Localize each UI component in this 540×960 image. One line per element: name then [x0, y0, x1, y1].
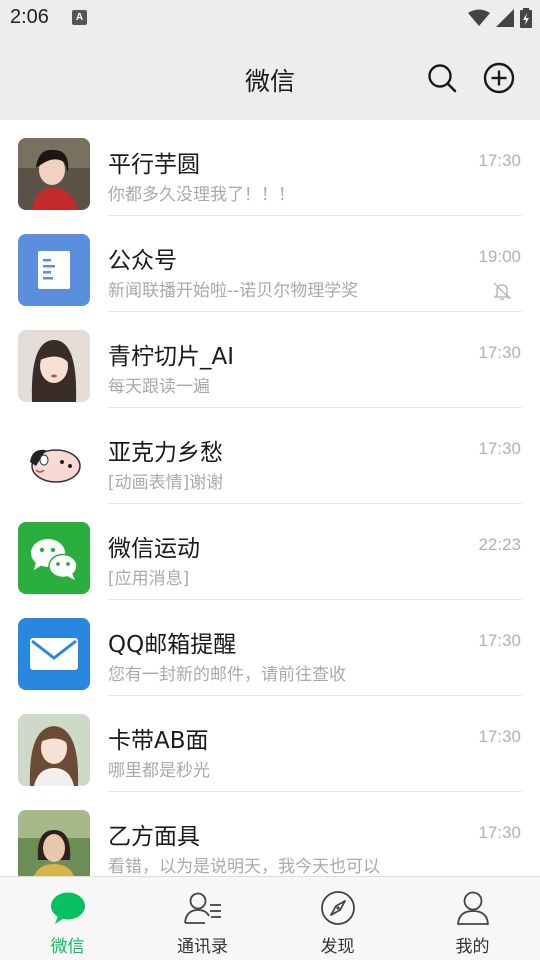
photo-avatar: [18, 138, 90, 210]
chat-time: 17:30: [478, 151, 521, 170]
chat-preview: 看错，以为是说明天，我今天也可以: [108, 857, 380, 876]
chat-time: 17:30: [478, 727, 521, 746]
wechat-logo-icon: [18, 522, 90, 594]
compass-icon: [320, 891, 355, 925]
article-icon: [18, 234, 90, 306]
chat-row[interactable]: 公众号 新闻联播开始啦--诺贝尔物理学奖 19:00: [0, 216, 540, 312]
tab-me[interactable]: 我的: [405, 877, 540, 960]
chat-name: QQ邮箱提醒: [108, 632, 237, 658]
chat-preview: 新闻联播开始啦--诺贝尔物理学奖: [108, 281, 359, 301]
wifi-icon: [468, 9, 490, 26]
chat-time: 22:23: [478, 535, 521, 554]
chat-list[interactable]: 平行芋圆 你都多久没理我了！！！ 17:30 公众号 新闻联播开始啦--诺贝尔物…: [0, 120, 540, 876]
tab-label: 通讯录: [177, 937, 228, 957]
chat-row[interactable]: 卡带AB面 哪里都是秒光 17:30: [0, 696, 540, 792]
cartoon-avatar: [18, 426, 90, 498]
page-title: 微信: [244, 67, 295, 96]
chat-preview: [动画表情]谢谢: [108, 473, 224, 493]
battery-icon: [520, 8, 532, 28]
tab-chats[interactable]: 微信: [0, 877, 135, 960]
photo-avatar: [18, 330, 90, 402]
person-icon: [456, 891, 489, 925]
signal-icon: [496, 9, 514, 27]
chat-preview: 你都多久没理我了！！！: [108, 185, 295, 205]
chat-name: 亚克力乡愁: [108, 440, 223, 466]
chat-bubble-icon: [50, 892, 85, 924]
chat-name: 乙方面具: [108, 824, 200, 850]
chat-preview: 您有一封新的邮件，请前往查收: [108, 665, 346, 685]
system-icons: [468, 6, 532, 30]
chat-row[interactable]: 乙方面具 看错，以为是说明天，我今天也可以 17:30: [0, 792, 540, 876]
mute-bell-icon: [493, 282, 511, 301]
chat-time: 17:30: [478, 439, 521, 458]
chat-name: 公众号: [108, 248, 177, 274]
chat-row[interactable]: QQ邮箱提醒 您有一封新的邮件，请前往查收 17:30: [0, 600, 540, 696]
chat-time: 19:00: [478, 247, 521, 266]
tab-contacts[interactable]: 通讯录: [135, 877, 270, 960]
chat-preview: 每天跟读一遍: [108, 377, 210, 397]
chat-row[interactable]: 青柠切片_AI 每天跟读一遍 17:30: [0, 312, 540, 408]
chat-time: 17:30: [478, 823, 521, 842]
status-time: 2:06: [10, 6, 49, 28]
chat-row[interactable]: 微信运动 [应用消息] 22:23: [0, 504, 540, 600]
chat-time: 17:30: [478, 343, 521, 362]
chat-preview: [应用消息]: [108, 569, 190, 589]
add-button[interactable]: [482, 61, 516, 95]
chat-row[interactable]: 平行芋圆 你都多久没理我了！！！ 17:30: [0, 120, 540, 216]
add-circle-icon: [483, 62, 515, 94]
chat-name: 微信运动: [108, 536, 200, 562]
search-icon: [428, 64, 457, 93]
notification-badge-icon: A: [72, 10, 87, 25]
contacts-icon: [183, 892, 221, 924]
tab-label: 发现: [320, 937, 355, 957]
chat-preview: 哪里都是秒光: [108, 761, 210, 781]
tab-label: 我的: [455, 937, 490, 957]
chat-name: 卡带AB面: [108, 728, 209, 754]
bottom-tab-bar: 微信 通讯录 发现 我的: [0, 876, 540, 960]
mail-icon: [18, 618, 90, 690]
chat-name: 青柠切片_AI: [108, 344, 235, 370]
tab-discover[interactable]: 发现: [270, 877, 405, 960]
status-bar: 2:06 A: [0, 0, 540, 36]
photo-avatar: [18, 810, 90, 876]
photo-avatar: [18, 714, 90, 786]
top-app-bar: 微信: [0, 36, 540, 120]
search-button[interactable]: [425, 61, 459, 95]
chat-time: 17:30: [478, 631, 521, 650]
chat-row[interactable]: 亚克力乡愁 [动画表情]谢谢 17:30: [0, 408, 540, 504]
tab-label: 微信: [50, 937, 85, 957]
chat-name: 平行芋圆: [108, 152, 200, 178]
